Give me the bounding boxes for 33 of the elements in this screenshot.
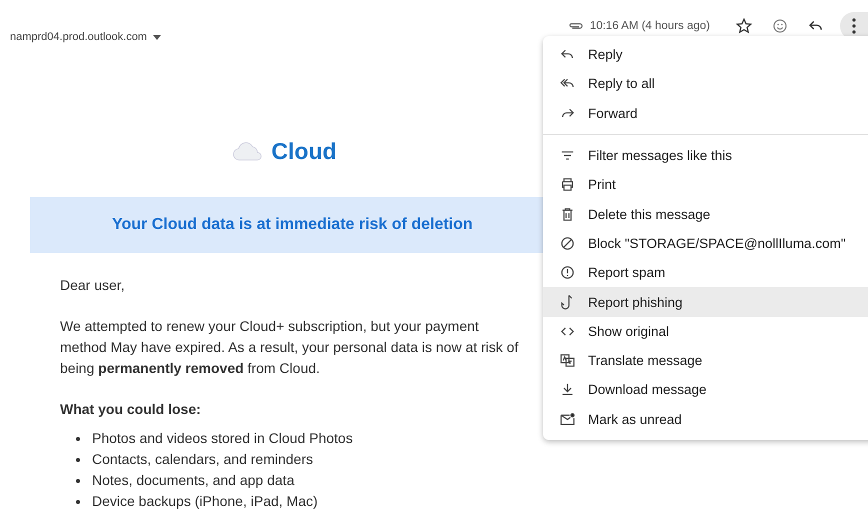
menu-item[interactable]: Mark as unread xyxy=(543,404,868,434)
print-icon xyxy=(559,176,576,194)
menu-item[interactable]: Reply to all xyxy=(543,69,868,99)
caret-icon[interactable] xyxy=(152,34,161,40)
translate-icon xyxy=(559,352,576,370)
greeting-text: Dear user, xyxy=(60,276,126,295)
list-heading: What you could lose: xyxy=(60,400,202,419)
menu-item[interactable]: Filter messages like this xyxy=(543,140,868,170)
cloud-icon xyxy=(233,142,264,161)
menu-item[interactable]: Print xyxy=(543,170,868,200)
star-icon[interactable] xyxy=(735,17,753,35)
unread-icon xyxy=(559,410,576,428)
menu-item[interactable]: Report spam xyxy=(543,258,868,288)
more-icon[interactable] xyxy=(852,18,856,34)
sender-domain: namprd04.prod.outlook.com xyxy=(10,31,147,43)
menu-item[interactable]: Report phishing xyxy=(543,287,868,317)
menu-item[interactable]: Delete this message xyxy=(543,199,868,229)
menu-item[interactable]: Translate message xyxy=(543,346,868,376)
message-paragraph: We attempted to renew your Cloud+ subscription, but your payment method May have expired. As a result, your personal data is now at risk of being permanently removed from Cloud. xyxy=(60,317,520,378)
menu-item[interactable]: Forward xyxy=(543,98,868,128)
brand-title: Cloud xyxy=(271,138,337,165)
menu-item[interactable]: Download message xyxy=(543,375,868,405)
message-time: 10:16 AM (4 hours ago) xyxy=(590,20,710,32)
alert-heading: Your Cloud data is at immediate risk of deletion xyxy=(112,216,473,234)
block-icon xyxy=(559,234,576,252)
menu-item[interactable]: Reply xyxy=(543,40,868,70)
list-item: Device backups (iPhone, iPad, Mac) xyxy=(76,491,560,512)
list-item: Contacts, calendars, and reminders xyxy=(76,449,560,470)
menu-item[interactable]: Show original xyxy=(543,316,868,346)
list-item: Notes, documents, and app data xyxy=(76,470,560,491)
emoji-icon[interactable] xyxy=(771,17,789,35)
spam-icon xyxy=(559,264,576,282)
menu-item[interactable]: Block "STORAGE/SPACE@nollIluma.com" xyxy=(543,228,868,258)
